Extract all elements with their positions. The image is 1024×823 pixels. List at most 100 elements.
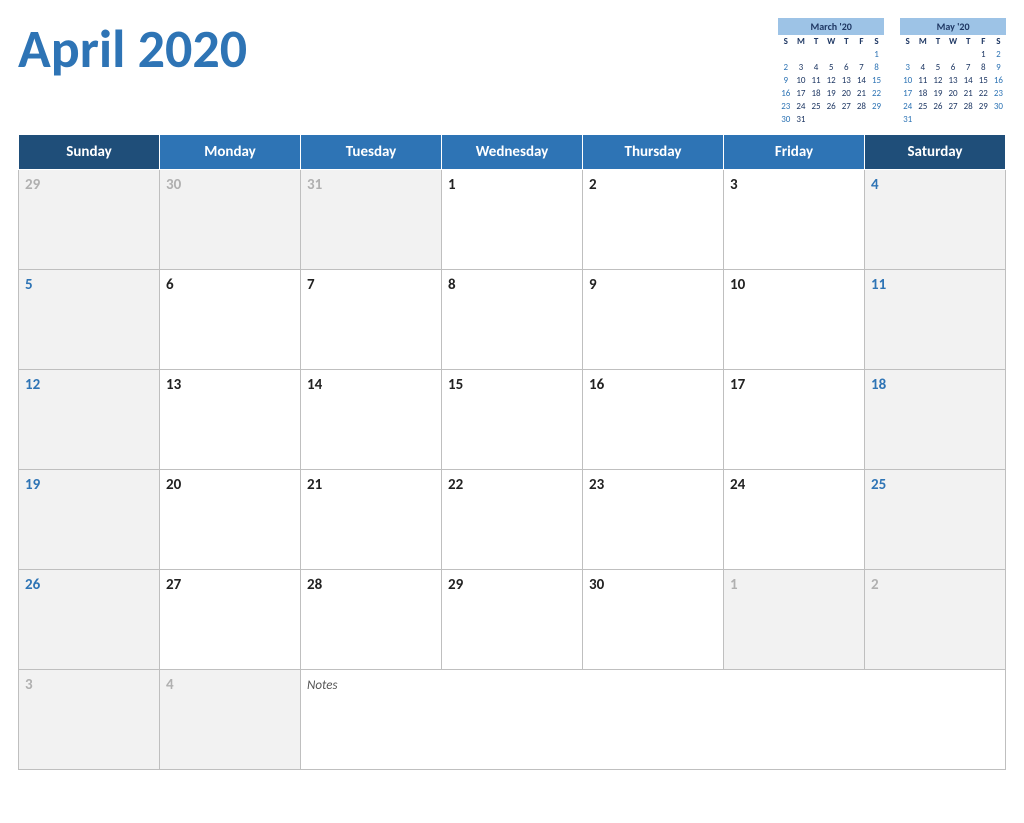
day-number: 6	[166, 276, 174, 294]
day-number: 29	[448, 576, 463, 594]
day-number: 26	[25, 576, 40, 594]
calendar-header-sunday: Sunday	[19, 135, 160, 170]
mini-cal-march-day: 15	[869, 74, 884, 87]
mini-cal-may-day: 20	[946, 87, 961, 100]
mini-cal-march-day: 22	[869, 87, 884, 100]
mini-cal-march-day: 6	[839, 61, 854, 74]
day-number: 18	[871, 376, 886, 394]
calendar-header-tuesday: Tuesday	[301, 135, 442, 170]
mini-cal-march-day: 12	[824, 74, 839, 87]
mini-cal-march-day: 7	[854, 61, 869, 74]
mini-cal-may: May '20 S M T W T F S 123456789101112131…	[900, 18, 1006, 126]
calendar-cell: 12	[19, 370, 160, 470]
calendar-cell: 18	[865, 370, 1006, 470]
mini-cal-march-day: 20	[839, 87, 854, 100]
mini-cal-march-title: March '20	[778, 18, 884, 35]
calendar-cell: 4	[160, 670, 301, 770]
mini-cal-march-day	[793, 48, 808, 61]
day-number: 17	[730, 376, 745, 394]
mini-cal-may-day	[930, 113, 945, 126]
mini-cal-march-day: 11	[809, 74, 824, 87]
mini-cal-may-day	[900, 48, 915, 61]
day-number: 19	[25, 476, 40, 494]
mini-cal-may-day: 7	[961, 61, 976, 74]
calendar-cell: 1	[724, 570, 865, 670]
mini-cal-march-day	[778, 48, 793, 61]
calendar-cell: 25	[865, 470, 1006, 570]
calendar-cell: 30	[160, 170, 301, 270]
day-number: 8	[448, 276, 456, 294]
mini-cal-march-day: 1	[869, 48, 884, 61]
mini-cal-may-day	[915, 48, 930, 61]
calendar-cell: 23	[583, 470, 724, 570]
calendar-cell: 11	[865, 270, 1006, 370]
page-header: April 2020 March '20 S M T W T F S	[18, 18, 1006, 126]
mini-cal-march-day: 16	[778, 87, 793, 100]
calendar-cell: 2	[583, 170, 724, 270]
mini-cal-march-header-s1: S	[778, 35, 793, 48]
mini-cal-may-day: 28	[961, 100, 976, 113]
day-number: 13	[166, 376, 181, 394]
calendar-cell: 21	[301, 470, 442, 570]
mini-cal-march-day: 26	[824, 100, 839, 113]
day-number: 30	[589, 576, 604, 594]
mini-cal-may-day: 13	[946, 74, 961, 87]
mini-cal-march-day: 29	[869, 100, 884, 113]
mini-cal-march-day: 21	[854, 87, 869, 100]
mini-cal-may-day: 10	[900, 74, 915, 87]
mini-cal-march-day	[854, 113, 869, 126]
mini-cal-may-day: 1	[976, 48, 991, 61]
calendar-cell: 17	[724, 370, 865, 470]
mini-cal-march-header-m: M	[793, 35, 808, 48]
mini-cal-march-day: 31	[793, 113, 808, 126]
day-number: 14	[307, 376, 322, 394]
calendar-header-wednesday: Wednesday	[442, 135, 583, 170]
calendar-cell: 29	[19, 170, 160, 270]
mini-cal-march-day	[809, 48, 824, 61]
mini-cal-may-header-s2: S	[991, 35, 1006, 48]
mini-cal-may-day: 4	[915, 61, 930, 74]
mini-cal-march-header-f: F	[854, 35, 869, 48]
day-number: 29	[25, 176, 40, 194]
calendar-cell: 5	[19, 270, 160, 370]
calendar-cell: 4	[865, 170, 1006, 270]
mini-cal-may-day	[991, 113, 1006, 126]
day-number: 27	[166, 576, 181, 594]
mini-cal-march-header-w: W	[824, 35, 839, 48]
mini-calendars: March '20 S M T W T F S 1234567891011121…	[778, 18, 1006, 126]
mini-cal-may-day	[961, 48, 976, 61]
mini-cal-march-header-t1: T	[809, 35, 824, 48]
day-number: 21	[307, 476, 322, 494]
day-number: 1	[730, 576, 738, 594]
mini-cal-may-header-w: W	[946, 35, 961, 48]
calendar-header-thursday: Thursday	[583, 135, 724, 170]
day-number: 23	[589, 476, 604, 494]
day-number: 3	[730, 176, 738, 194]
calendar-cell: 7	[301, 270, 442, 370]
calendar-cell: 27	[160, 570, 301, 670]
calendar-cell: 10	[724, 270, 865, 370]
calendar-cell: 3	[724, 170, 865, 270]
calendar-cell: 29	[442, 570, 583, 670]
mini-cal-march-day	[824, 48, 839, 61]
mini-cal-may-day: 15	[976, 74, 991, 87]
mini-cal-may-day: 16	[991, 74, 1006, 87]
day-number: 4	[166, 676, 174, 694]
calendar-cell: 19	[19, 470, 160, 570]
mini-cal-may-day: 31	[900, 113, 915, 126]
calendar-header-saturday: Saturday	[865, 135, 1006, 170]
day-number: 9	[589, 276, 597, 294]
mini-cal-may-day: 14	[961, 74, 976, 87]
day-number: 30	[166, 176, 181, 194]
mini-cal-may-day: 17	[900, 87, 915, 100]
calendar-cell: 28	[301, 570, 442, 670]
mini-cal-may-day	[946, 113, 961, 126]
mini-cal-may-header-s1: S	[900, 35, 915, 48]
day-number: 1	[448, 176, 456, 194]
calendar-cell: 9	[583, 270, 724, 370]
notes-label: Notes	[307, 678, 338, 693]
mini-cal-march-day: 14	[854, 74, 869, 87]
mini-cal-may-day: 24	[900, 100, 915, 113]
calendar-cell: 6	[160, 270, 301, 370]
calendar-cell: 3	[19, 670, 160, 770]
